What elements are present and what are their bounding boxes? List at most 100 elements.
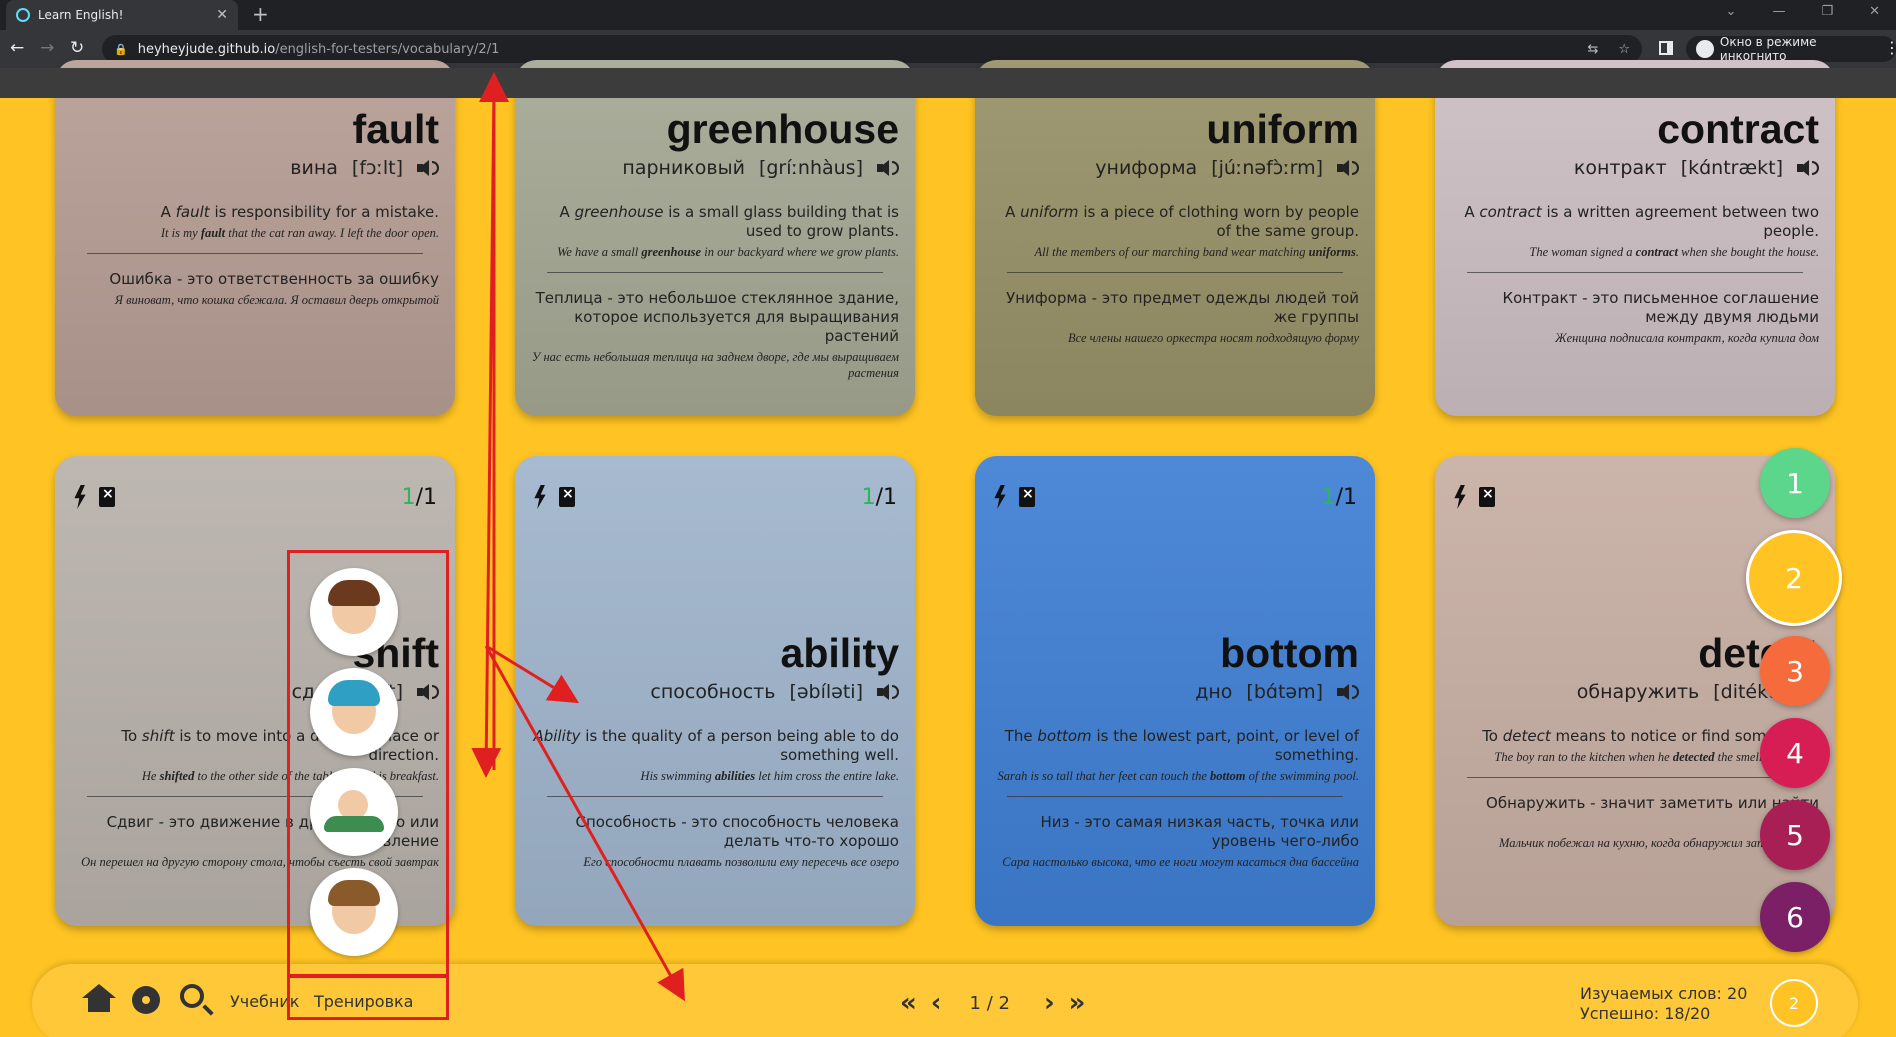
definition-prefix: To [1482, 727, 1503, 745]
example-rest: when she bought the house. [1678, 245, 1819, 259]
definition-word: greenhouse [574, 203, 664, 221]
translation-line: вина [fɔːlt] [71, 157, 439, 179]
level-6-button[interactable]: 6 [1760, 882, 1830, 952]
example-rest: that the cat ran away. I left the door o… [225, 226, 439, 240]
word-card[interactable]: contract контракт [kɑ́ntrækt] A contract is… [1435, 60, 1835, 416]
new-tab-button[interactable]: + [252, 2, 269, 26]
example-word: shifted [159, 769, 195, 783]
word-card[interactable]: uniform униформа [júːnəfɔ̀ːrm] A uniform is… [975, 60, 1375, 416]
card-transcription: [kɑ́ntrækt] [1680, 157, 1783, 179]
card-word: contract [1657, 106, 1819, 152]
forward-icon[interactable]: → [40, 38, 54, 58]
speaker-icon[interactable] [1337, 682, 1359, 702]
definition-prefix: A [160, 203, 176, 221]
card-transcription: [bɑ́təm] [1246, 681, 1323, 703]
tab-title: Learn English! [38, 8, 124, 22]
back-icon[interactable]: ← [10, 38, 24, 58]
bookmark-star-icon[interactable]: ☆ [1618, 42, 1630, 57]
level-4-button[interactable]: 4 [1760, 718, 1830, 788]
browser-tab[interactable]: Learn English! ✕ [6, 0, 238, 30]
level-1-button[interactable]: 1 [1760, 448, 1830, 518]
next-page-icon[interactable]: › [1044, 988, 1054, 1018]
address-bar[interactable]: 🔒 heyheyjude.github.io /english-for-test… [102, 35, 1642, 63]
close-tab-icon[interactable]: ✕ [216, 7, 228, 23]
example-word: greenhouse [641, 245, 702, 259]
level-label: 6 [1786, 900, 1804, 934]
definition-prefix: A [1464, 203, 1480, 221]
pagination: « ‹ 1 / 2 › » [900, 988, 1086, 1018]
definition-rest: is the lowest part, point, or level of s… [1091, 727, 1359, 764]
english-definition: A fault is responsibility for a mistake. [71, 203, 439, 222]
level-label: 5 [1786, 818, 1804, 852]
card-word: uniform [1206, 106, 1359, 152]
card-content: bottom дно [bɑ́təm] The bottom is the lowes… [975, 456, 1375, 926]
speaker-icon[interactable] [877, 158, 899, 178]
reload-icon[interactable]: ↻ [70, 38, 84, 58]
learning-words-count: Изучаемых слов: 20 [1580, 984, 1748, 1003]
url-host: heyheyjude.github.io [137, 41, 276, 57]
last-page-icon[interactable]: » [1069, 988, 1086, 1018]
card-word: ability [780, 630, 899, 676]
window-controls: ⌄ — ❐ ✕ [1726, 4, 1880, 19]
example-rest: . [1355, 245, 1359, 259]
definition-prefix: To [121, 727, 142, 745]
level-label: 2 [1785, 561, 1803, 595]
menu-kebab-icon[interactable]: ⋮ [1884, 38, 1896, 57]
home-icon[interactable] [82, 984, 116, 1014]
speaker-icon[interactable] [417, 158, 439, 178]
card-divider [1007, 272, 1343, 273]
example-prefix: His swimming [640, 769, 715, 783]
speaker-icon[interactable] [1337, 158, 1359, 178]
settings-gear-icon[interactable] [132, 986, 160, 1014]
word-card[interactable]: 1/1bottomдно[bɑ́təm]The bottom is the lo… [975, 456, 1375, 926]
definition-rest: is a small glass building that is used t… [663, 203, 899, 240]
definition-rest: is a piece of clothing worn by people of… [1078, 203, 1359, 240]
level-2-button[interactable]: 2 [1746, 530, 1842, 626]
card-word: bottom [1220, 630, 1359, 676]
level-label: 1 [1786, 466, 1804, 500]
level-label: 4 [1786, 736, 1804, 770]
tab-search-icon[interactable]: ⌄ [1726, 4, 1737, 19]
current-level-badge[interactable]: 2 [1770, 979, 1818, 1027]
level-3-button[interactable]: 3 [1760, 636, 1830, 706]
card-divider [1467, 272, 1803, 273]
definition-word: fault [175, 203, 210, 221]
annotation-avatar-box [287, 550, 449, 978]
prev-page-icon[interactable]: ‹ [931, 988, 941, 1018]
word-card[interactable]: greenhouse парниковый [gríːnhàus] A greenho… [515, 60, 915, 416]
english-example: The woman signed a contract when she bou… [1451, 244, 1819, 260]
card-divider [87, 253, 423, 254]
level-5-button[interactable]: 5 [1760, 800, 1830, 870]
close-window-icon[interactable]: ✕ [1869, 4, 1880, 19]
russian-example: Его способности плавать позволили ему пе… [583, 855, 899, 869]
card-transcription: [gríːnhàus] [758, 157, 863, 179]
card-transcription: [əbíləti] [789, 681, 863, 703]
minimize-icon[interactable]: — [1772, 4, 1785, 19]
side-panel-icon[interactable] [1659, 41, 1673, 55]
example-prefix: We have a small [557, 245, 642, 259]
example-prefix: Sarah is so tall that her feet can touch… [997, 769, 1211, 783]
english-example: All the members of our marching band wea… [991, 244, 1359, 260]
word-card[interactable]: fault вина [fɔːlt] A fault is responsibilit… [55, 60, 455, 416]
example-word: fault [200, 226, 226, 240]
browser-tab-strip: Learn English! ✕ + ⌄ — ❐ ✕ [0, 0, 1896, 30]
annotation-training-box [287, 974, 449, 1020]
speaker-icon[interactable] [877, 682, 899, 702]
translate-icon[interactable]: ⇆ [1587, 42, 1598, 57]
first-page-icon[interactable]: « [900, 988, 917, 1018]
speaker-icon[interactable] [1797, 158, 1819, 178]
card-translation: способность [650, 681, 776, 703]
example-prefix: He [141, 769, 160, 783]
example-word: contract [1635, 245, 1679, 259]
definition-word: detect [1502, 727, 1551, 745]
page-indicator: 1 / 2 [969, 992, 1010, 1014]
translation-line: контракт [kɑ́ntrækt] [1451, 157, 1819, 179]
lock-icon[interactable]: 🔒 [114, 43, 128, 56]
russian-example: Все члены нашего оркестра носят подходящ… [1067, 331, 1359, 345]
word-card[interactable]: 1/1abilityспособность[əbíləti]Ability is… [515, 456, 915, 926]
card-translation: парниковый [622, 157, 745, 179]
restore-icon[interactable]: ❐ [1821, 4, 1833, 19]
search-icon[interactable] [180, 984, 204, 1008]
definition-rest: is responsibility for a mistake. [209, 203, 439, 221]
incognito-badge[interactable]: Окно в режиме инкогнито [1686, 35, 1896, 63]
